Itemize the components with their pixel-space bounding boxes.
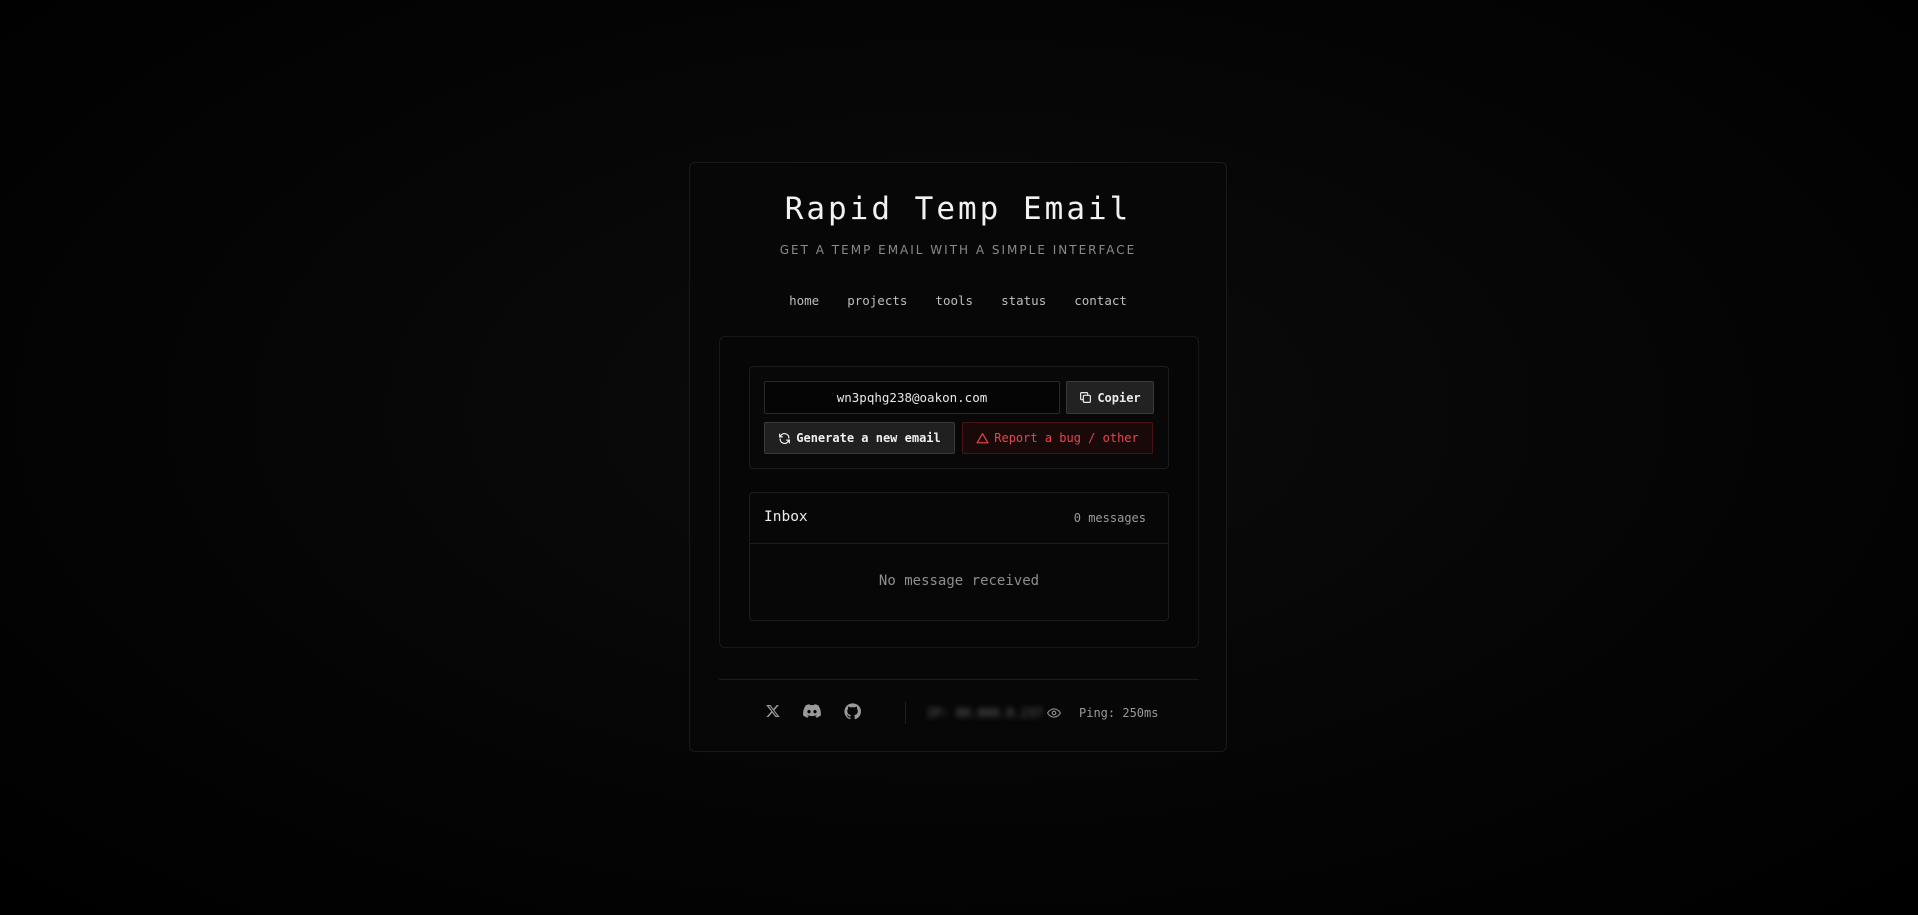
footer-separator	[905, 702, 906, 724]
top-nav: home projects tools status contact	[690, 293, 1226, 308]
nav-contact[interactable]: contact	[1074, 293, 1127, 308]
github-icon[interactable]	[842, 701, 862, 721]
inbox-message-count: 0 messages	[1073, 511, 1146, 525]
copy-button[interactable]: Copier	[1066, 381, 1154, 414]
generate-email-label: Generate a new email	[796, 431, 941, 445]
copy-icon	[1080, 392, 1092, 403]
inbox-title: Inbox	[764, 509, 808, 525]
nav-tools[interactable]: tools	[935, 293, 973, 308]
copy-button-label: Copier	[1097, 390, 1141, 405]
report-bug-label: Report a bug / other	[994, 431, 1139, 445]
email-panel: Copier Generate a new email Report	[719, 336, 1199, 648]
ping-status: Ping: 250ms	[1079, 706, 1159, 720]
email-address-field[interactable]	[764, 381, 1060, 414]
refresh-icon	[779, 432, 791, 444]
x-twitter-icon[interactable]	[763, 701, 783, 721]
email-controls: Copier Generate a new email Report	[749, 366, 1169, 469]
page: Rapid Temp Email GET A TEMP EMAIL WITH A…	[0, 0, 1918, 915]
inbox-header: Inbox 0 messages	[750, 493, 1168, 544]
warning-triangle-icon	[976, 432, 989, 443]
ip-address: IP: 00.000.0.237	[927, 706, 1043, 720]
generate-email-button[interactable]: Generate a new email	[764, 422, 955, 454]
page-subtitle: GET A TEMP EMAIL WITH A SIMPLE INTERFACE	[779, 243, 1137, 257]
report-bug-button[interactable]: Report a bug / other	[962, 422, 1153, 454]
inbox: Inbox 0 messages No message received	[749, 492, 1169, 621]
page-title: Rapid Temp Email	[784, 191, 1132, 227]
inbox-empty-state: No message received	[878, 573, 1040, 589]
nav-projects[interactable]: projects	[847, 293, 907, 308]
main-card: Rapid Temp Email GET A TEMP EMAIL WITH A…	[689, 162, 1227, 752]
eye-icon[interactable]	[1047, 706, 1061, 720]
footer-divider	[719, 679, 1199, 680]
nav-status[interactable]: status	[1001, 293, 1046, 308]
discord-icon[interactable]	[802, 701, 822, 721]
nav-home[interactable]: home	[789, 293, 819, 308]
